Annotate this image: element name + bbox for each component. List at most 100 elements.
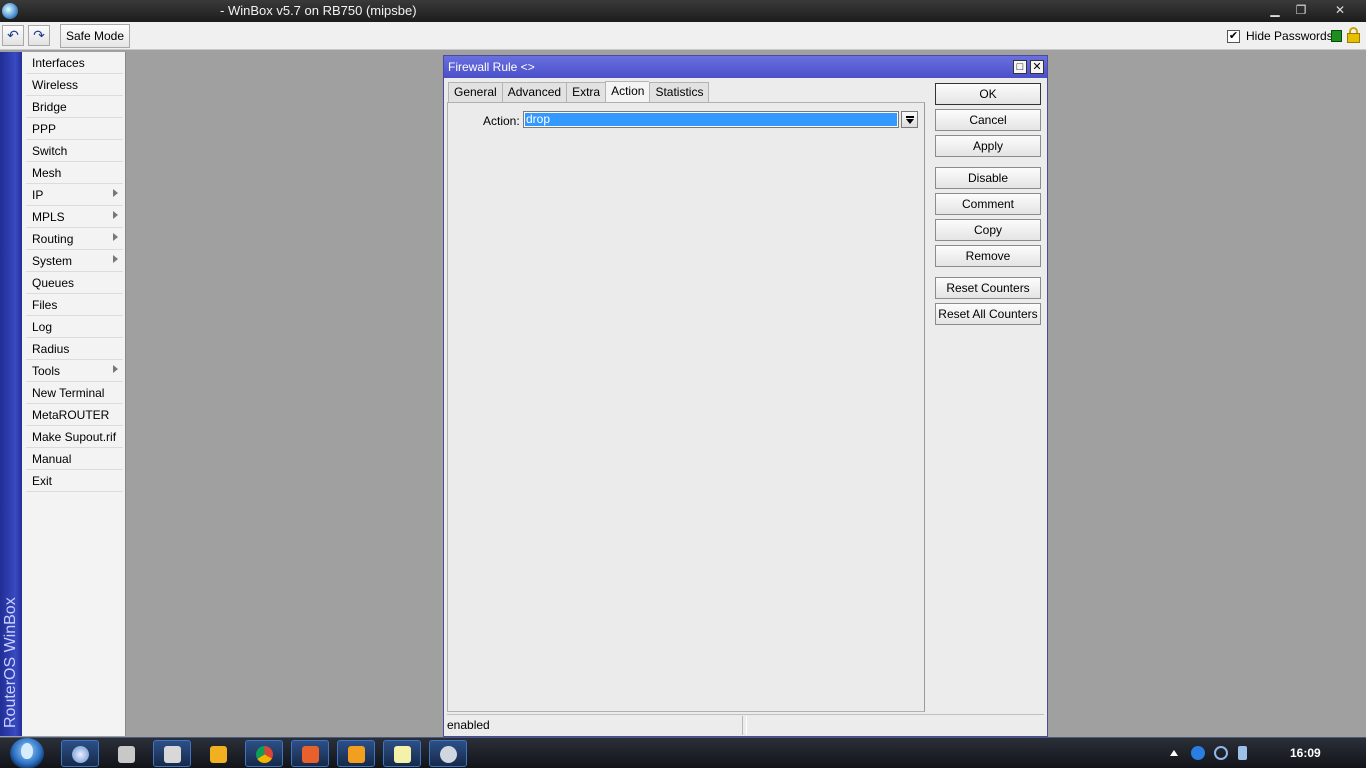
submenu-arrow-icon <box>113 211 118 219</box>
taskbar-winbox[interactable] <box>61 740 99 767</box>
taskbar-chrome[interactable] <box>245 740 283 767</box>
sync-icon[interactable] <box>1191 746 1205 760</box>
sidebar-item-label: MPLS <box>32 210 65 224</box>
sidebar-item-label: Radius <box>32 342 70 356</box>
alien-logo-icon <box>21 743 33 759</box>
dialog-close-button[interactable]: ✕ <box>1030 60 1044 74</box>
sidebar-item-ip[interactable]: IP <box>26 184 123 206</box>
brand-strip: RouterOS WinBox <box>0 52 22 736</box>
sidebar-item-manual[interactable]: Manual <box>26 448 123 470</box>
sidebar-item-ppp[interactable]: PPP <box>26 118 123 140</box>
dialog-maximize-button[interactable]: □ <box>1013 60 1027 74</box>
action-label: Action: <box>483 114 520 128</box>
sidebar-item-label: Make Supout.rif <box>32 430 117 444</box>
sidebar-item-log[interactable]: Log <box>26 316 123 338</box>
comment-button[interactable]: Comment <box>935 193 1041 215</box>
tab-general[interactable]: General <box>448 82 502 103</box>
taskbar-app-3[interactable] <box>153 740 191 767</box>
reset-all-counters-button[interactable]: Reset All Counters <box>935 303 1041 325</box>
apply-button[interactable]: Apply <box>935 135 1041 157</box>
sidebar-item-label: Log <box>32 320 53 334</box>
hide-passwords-checkbox[interactable]: ✔ <box>1227 29 1240 43</box>
sidebar-item-label: Switch <box>32 144 68 158</box>
redo-button[interactable]: ↷ <box>28 25 50 46</box>
sidebar-item-label: Manual <box>32 452 72 466</box>
safe-mode-button[interactable]: Safe Mode <box>60 24 130 48</box>
remove-button[interactable]: Remove <box>935 245 1041 267</box>
sidebar-item-routing[interactable]: Routing <box>26 228 123 250</box>
sidebar-item-files[interactable]: Files <box>26 294 123 316</box>
sidebar-item-switch[interactable]: Switch <box>26 140 123 162</box>
minimize-button[interactable]: ▁ <box>1264 2 1286 18</box>
sidebar-item-interfaces[interactable]: Interfaces <box>26 52 123 74</box>
chevron-down-icon <box>906 119 914 124</box>
sidebar-item-label: Tools <box>32 364 61 378</box>
tray-expand-icon[interactable] <box>1170 750 1178 756</box>
dialog-title: Firewall Rule <> <box>448 60 535 74</box>
network-icon[interactable] <box>1214 746 1228 760</box>
sidebar-item-exit[interactable]: Exit <box>26 470 123 492</box>
sidebar-item-metarouter[interactable]: MetaROUTER <box>26 404 123 426</box>
notepad-icon <box>394 746 411 763</box>
sidebar-item-radius[interactable]: Radius <box>26 338 123 360</box>
paint-icon <box>440 746 457 763</box>
sidebar-item-label: MetaROUTER <box>32 408 110 422</box>
xampp-icon <box>302 746 319 763</box>
sidebar-item-system[interactable]: System <box>26 250 123 272</box>
taskbar-app-2[interactable] <box>107 740 145 767</box>
redo-icon: ↷ <box>33 27 45 43</box>
sidebar-item-label: Bridge <box>32 100 67 114</box>
tool-icon <box>118 746 135 763</box>
sidebar-item-label: Exit <box>32 474 53 488</box>
sidebar-item-mesh[interactable]: Mesh <box>26 162 123 184</box>
battery-icon[interactable] <box>1238 746 1247 760</box>
undo-icon: ↶ <box>7 27 19 43</box>
dialog-titlebar[interactable]: Firewall Rule <> □ ✕ <box>444 56 1047 78</box>
taskbar-clock[interactable]: 16:09 <box>1290 746 1321 760</box>
disable-button[interactable]: Disable <box>935 167 1041 189</box>
main-toolbar: ↶ ↷ Safe Mode ✔ Hide Passwords <box>0 22 1366 50</box>
action-select[interactable]: drop <box>523 111 899 128</box>
sidebar-item-label: Queues <box>32 276 75 290</box>
dialog-status-bar: enabled <box>447 714 1044 735</box>
connection-status-icon <box>1331 30 1342 42</box>
sidebar-item-queues[interactable]: Queues <box>26 272 123 294</box>
ok-button[interactable]: OK <box>935 83 1041 105</box>
sidebar-item-mpls[interactable]: MPLS <box>26 206 123 228</box>
taskbar-notepad[interactable] <box>383 740 421 767</box>
hide-passwords-label: Hide Passwords <box>1246 29 1333 43</box>
tab-statistics[interactable]: Statistics <box>649 82 710 103</box>
reset-counters-button[interactable]: Reset Counters <box>935 277 1041 299</box>
taskbar-app-9[interactable] <box>429 740 467 767</box>
winbox-app-icon[interactable] <box>2 3 18 19</box>
submenu-arrow-icon <box>113 189 118 197</box>
action-tab-panel: Action: drop <box>447 102 925 712</box>
sidebar-item-bridge[interactable]: Bridge <box>26 96 123 118</box>
sidebar-item-label: Routing <box>32 232 74 246</box>
cancel-button[interactable]: Cancel <box>935 109 1041 131</box>
copy-button[interactable]: Copy <box>935 219 1041 241</box>
taskbar-xampp[interactable] <box>291 740 329 767</box>
hide-passwords-toggle[interactable]: ✔ Hide Passwords <box>1227 28 1333 44</box>
sidebar-item-wireless[interactable]: Wireless <box>26 74 123 96</box>
action-dropdown-button[interactable] <box>901 111 918 128</box>
submenu-arrow-icon <box>113 365 118 373</box>
submenu-arrow-icon <box>113 255 118 263</box>
undo-button[interactable]: ↶ <box>2 25 24 46</box>
sidebar-item-make-supout[interactable]: Make Supout.rif <box>26 426 123 448</box>
media-icon <box>164 746 181 763</box>
dropdown-bar-icon <box>906 116 914 118</box>
restore-button[interactable]: ❐ <box>1290 2 1312 18</box>
taskbar-app-4[interactable] <box>199 740 237 767</box>
sidebar-item-label: Wireless <box>32 78 79 92</box>
status-text: enabled <box>447 716 743 735</box>
sidebar-item-tools[interactable]: Tools <box>26 360 123 382</box>
tab-action[interactable]: Action <box>605 81 650 103</box>
taskbar-sublime[interactable] <box>337 740 375 767</box>
tab-advanced[interactable]: Advanced <box>501 82 567 103</box>
taskbar: 16:09 <box>0 737 1366 768</box>
close-button[interactable]: ✕ <box>1329 2 1351 18</box>
start-button[interactable] <box>10 738 44 768</box>
tab-extra[interactable]: Extra <box>566 82 606 103</box>
sidebar-item-new-terminal[interactable]: New Terminal <box>26 382 123 404</box>
